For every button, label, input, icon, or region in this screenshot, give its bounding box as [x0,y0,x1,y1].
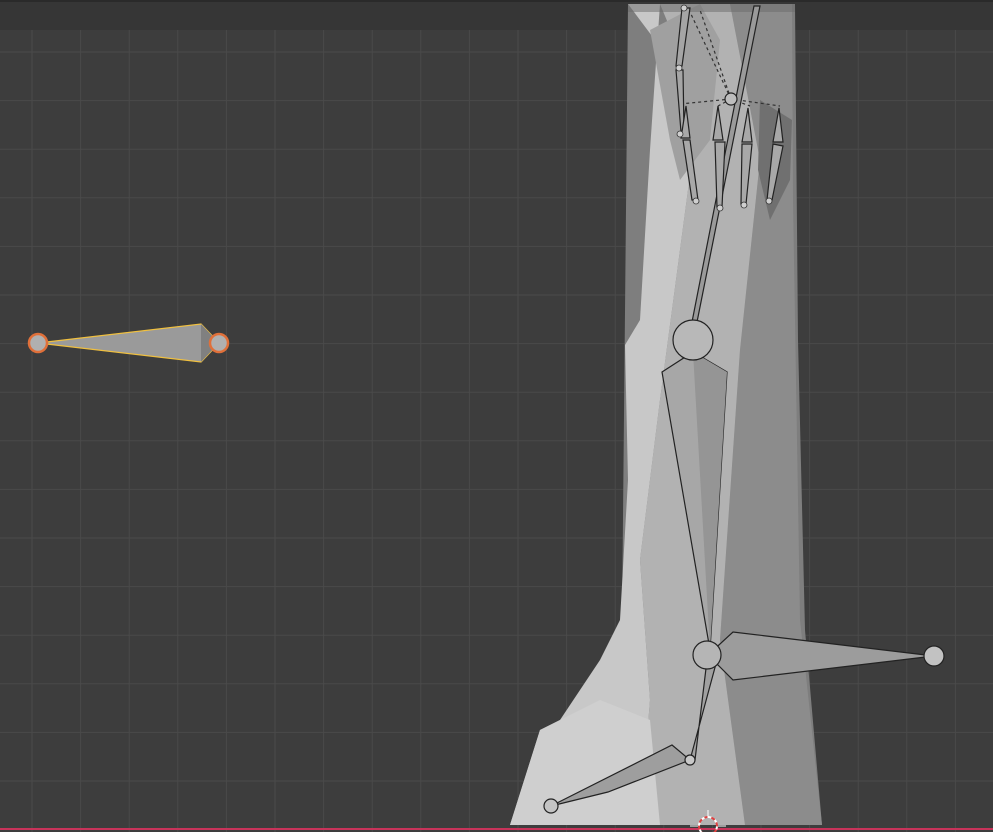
viewport-canvas[interactable] [0,0,993,832]
toe-bone-right[interactable] [707,631,935,681]
selected-bone-body[interactable] [37,323,220,363]
hip-joint[interactable] [672,319,714,361]
toe-tip-joint[interactable] [923,645,945,667]
selected-bone-tail[interactable] [208,332,230,354]
mesh-top-shade [628,4,795,12]
ankle-joint[interactable] [684,754,696,766]
foot-tip-joint[interactable] [543,798,559,814]
selected-bone[interactable] [27,323,230,363]
3d-viewport[interactable] [0,0,993,832]
selected-bone-head[interactable] [27,332,49,354]
wrist-joint[interactable] [724,92,738,106]
knee-joint[interactable] [692,640,722,670]
viewport-grid [0,30,993,832]
